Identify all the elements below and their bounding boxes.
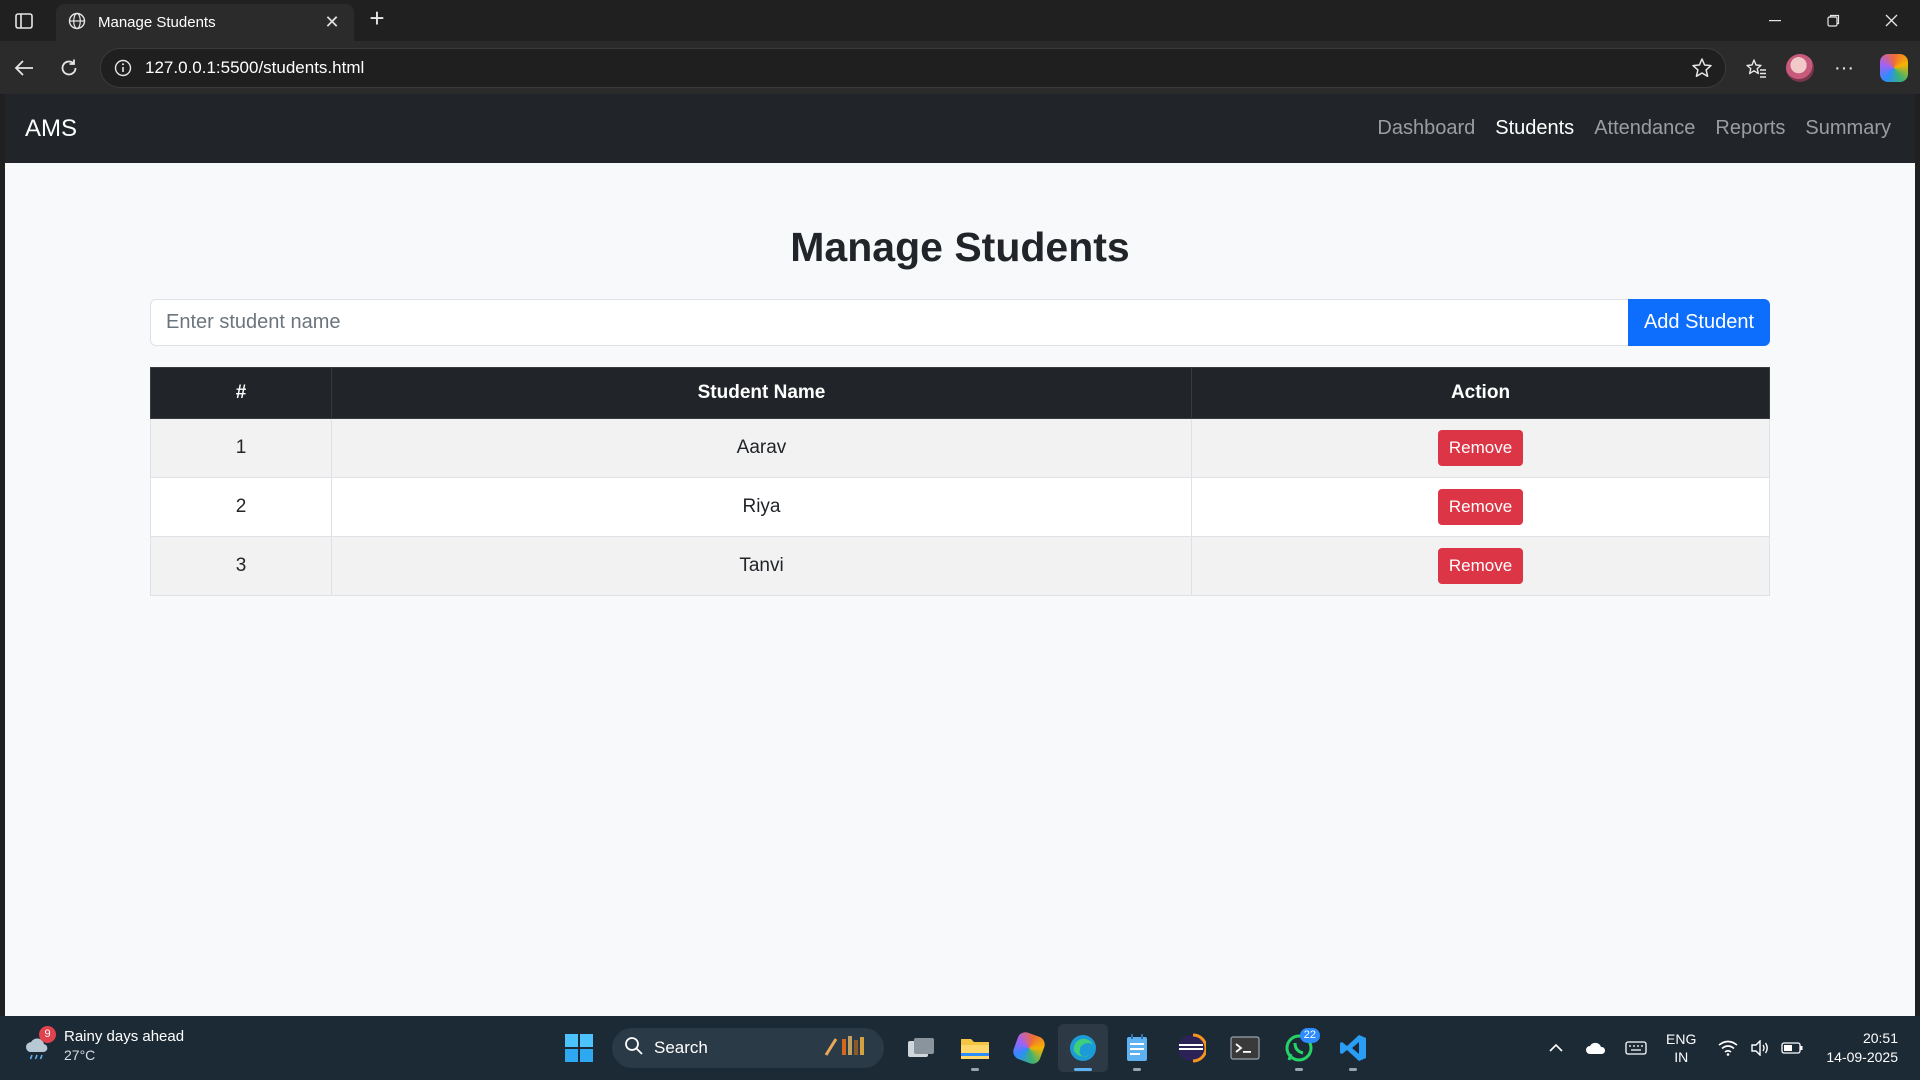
main-container: Manage Students Add Student # Student Na… <box>150 223 1770 596</box>
url-text: 127.0.0.1:5500/students.html <box>145 58 365 77</box>
remove-button[interactable]: Remove <box>1437 430 1524 466</box>
tab-actions-icon[interactable] <box>12 10 36 32</box>
globe-icon <box>68 12 86 34</box>
page-title: Manage Students <box>790 224 1130 270</box>
minimize-icon[interactable] <box>1746 0 1804 41</box>
new-tab-button[interactable]: + <box>364 5 390 32</box>
restore-icon[interactable] <box>1804 0 1862 41</box>
back-icon[interactable] <box>8 52 40 84</box>
browser-toolbar: 127.0.0.1:5500/students.html ··· <box>0 41 1920 94</box>
nav-dashboard[interactable]: Dashboard <box>1377 117 1475 140</box>
language-code: ENG <box>1666 1031 1697 1047</box>
students-table: # Student Name Action 1 Aarav Remove 2 R… <box>150 367 1770 596</box>
table-header-row: # Student Name Action <box>150 367 1770 419</box>
clock-date: 14-09-2025 <box>1826 1049 1898 1065</box>
region-code: IN <box>1674 1049 1689 1065</box>
add-student-button[interactable]: Add Student <box>1628 299 1770 346</box>
page-viewport: AMS Dashboard Students Attendance Report… <box>5 94 1915 1016</box>
nav-attendance[interactable]: Attendance <box>1594 117 1695 140</box>
terminal-icon[interactable] <box>1220 1024 1270 1072</box>
browser-titlebar: Manage Students ✕ + <box>0 0 1920 41</box>
header-index: # <box>150 367 332 419</box>
close-window-icon[interactable] <box>1862 0 1920 41</box>
search-highlight-icon <box>822 1033 872 1064</box>
task-view-icon[interactable] <box>896 1024 946 1072</box>
eclipse-icon[interactable] <box>1166 1024 1216 1072</box>
taskbar-search[interactable]: Search <box>612 1028 884 1068</box>
nav-reports[interactable]: Reports <box>1715 117 1785 140</box>
volume-icon[interactable] <box>1744 1032 1776 1064</box>
vscode-icon[interactable] <box>1328 1024 1378 1072</box>
nav-links: Dashboard Students Attendance Reports Su… <box>1377 117 1895 140</box>
file-explorer-icon[interactable] <box>950 1024 1000 1072</box>
row-index: 2 <box>150 477 332 537</box>
row-action-cell: Remove <box>1191 536 1770 596</box>
favorite-star-icon[interactable] <box>1691 57 1713 84</box>
site-info-icon[interactable] <box>113 58 133 78</box>
table-row: 2 Riya Remove <box>150 477 1770 537</box>
battery-icon[interactable] <box>1776 1032 1808 1064</box>
nav-summary[interactable]: Summary <box>1805 117 1891 140</box>
row-student-name: Tanvi <box>331 536 1192 596</box>
search-icon <box>624 1036 644 1061</box>
reload-icon[interactable] <box>53 52 85 84</box>
more-options-icon[interactable]: ··· <box>1828 52 1860 84</box>
taskbar-apps: Search 22 <box>552 1024 1380 1072</box>
address-bar[interactable]: 127.0.0.1:5500/students.html <box>100 48 1726 88</box>
row-student-name: Aarav <box>331 418 1192 478</box>
add-student-form: Add Student <box>150 299 1770 346</box>
remove-button[interactable]: Remove <box>1437 548 1524 584</box>
header-action: Action <box>1191 367 1770 419</box>
nav-students[interactable]: Students <box>1495 117 1574 140</box>
copilot-app-icon[interactable] <box>1004 1024 1054 1072</box>
notepad-icon[interactable] <box>1112 1024 1162 1072</box>
windows-start-icon[interactable] <box>554 1024 604 1072</box>
weather-widget[interactable]: 9 Rainy days ahead 27°C <box>22 1026 185 1064</box>
weather-badge: 9 <box>39 1026 56 1043</box>
weather-title: Rainy days ahead <box>64 1028 185 1045</box>
chevron-up-icon[interactable] <box>1540 1032 1572 1064</box>
weather-temp: 27°C <box>64 1047 96 1063</box>
wifi-icon[interactable] <box>1712 1032 1744 1064</box>
system-tray: ENG IN 20:51 14-09-2025 <box>1540 1016 1920 1080</box>
row-index: 3 <box>150 536 332 596</box>
favorites-icon[interactable] <box>1740 52 1772 84</box>
close-tab-icon[interactable]: ✕ <box>322 12 342 33</box>
row-student-name: Riya <box>331 477 1192 537</box>
onedrive-cloud-icon[interactable] <box>1580 1032 1612 1064</box>
rain-cloud-icon: 9 <box>22 1026 58 1064</box>
copilot-icon[interactable] <box>1878 52 1910 84</box>
whatsapp-badge: 22 <box>1299 1028 1320 1043</box>
clock-time: 20:51 <box>1862 1030 1898 1046</box>
windows-taskbar: 9 Rainy days ahead 27°C Search 22 ENG IN… <box>0 1016 1920 1080</box>
row-action-cell: Remove <box>1191 477 1770 537</box>
browser-tab[interactable]: Manage Students ✕ <box>56 4 354 41</box>
profile-avatar[interactable] <box>1784 52 1816 84</box>
app-navbar: AMS Dashboard Students Attendance Report… <box>5 94 1915 163</box>
edge-browser-icon[interactable] <box>1058 1024 1108 1072</box>
remove-button[interactable]: Remove <box>1437 489 1524 525</box>
clock[interactable]: 20:51 14-09-2025 <box>1826 1029 1898 1067</box>
table-row: 1 Aarav Remove <box>150 418 1770 478</box>
row-action-cell: Remove <box>1191 418 1770 478</box>
header-student-name: Student Name <box>331 367 1192 419</box>
keyboard-icon[interactable] <box>1620 1032 1652 1064</box>
search-label: Search <box>654 1038 708 1057</box>
student-name-input[interactable] <box>150 299 1628 346</box>
table-row: 3 Tanvi Remove <box>150 536 1770 596</box>
brand-logo[interactable]: AMS <box>25 115 77 143</box>
language-indicator[interactable]: ENG IN <box>1666 1030 1696 1066</box>
tab-title: Manage Students <box>98 14 216 31</box>
whatsapp-icon[interactable]: 22 <box>1274 1024 1324 1072</box>
row-index: 1 <box>150 418 332 478</box>
